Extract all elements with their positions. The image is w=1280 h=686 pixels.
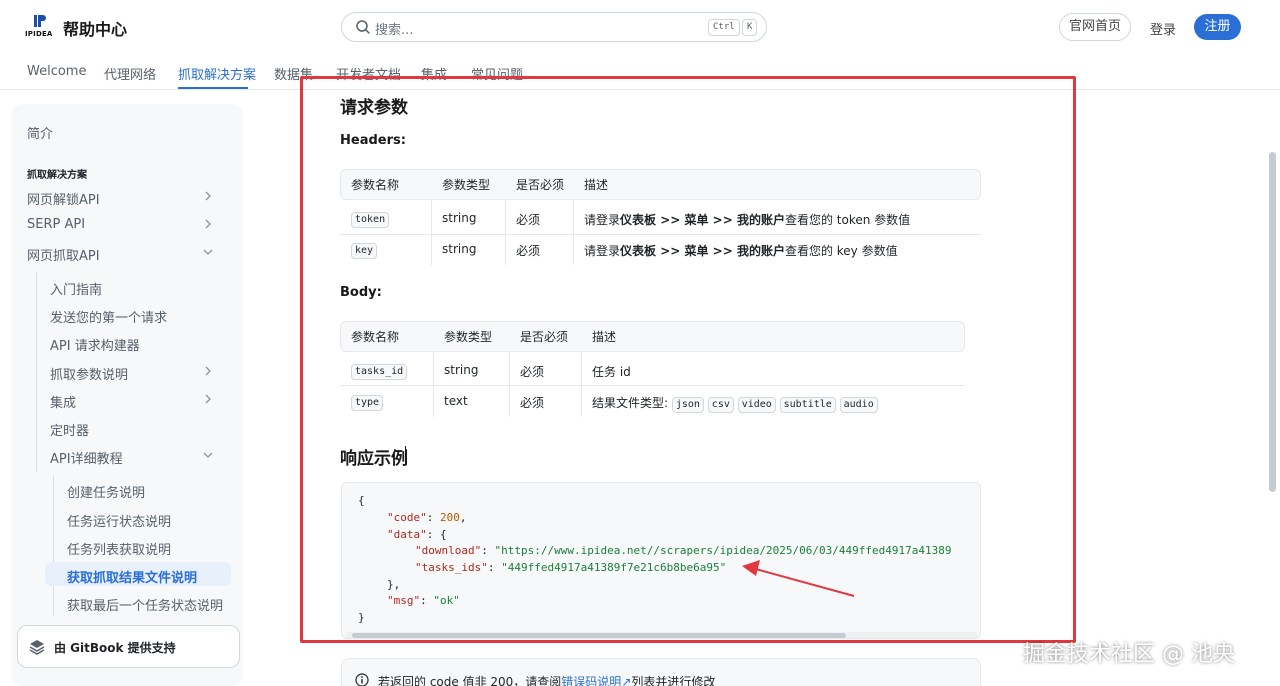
annotation-arrow-icon [742, 560, 855, 597]
watermark: 掘金技术社区 @ 池央 [1023, 642, 1235, 667]
hint-pre: 若返回的 code 值非 200，请查阅 [378, 675, 562, 686]
page-scrollbar[interactable] [1269, 152, 1276, 492]
info-icon [355, 673, 369, 686]
error-code-link[interactable]: 错误码说明 [561, 675, 621, 686]
hint-post: 列表并进行修改 [631, 675, 716, 686]
external-link-icon: ↗ [621, 675, 632, 686]
hint-text: 若返回的 code 值非 200，请查阅错误码说明↗列表并进行修改 [378, 673, 715, 686]
annotation-red-box [300, 76, 1076, 643]
info-hint: 若返回的 code 值非 200，请查阅错误码说明↗列表并进行修改 [341, 658, 981, 686]
